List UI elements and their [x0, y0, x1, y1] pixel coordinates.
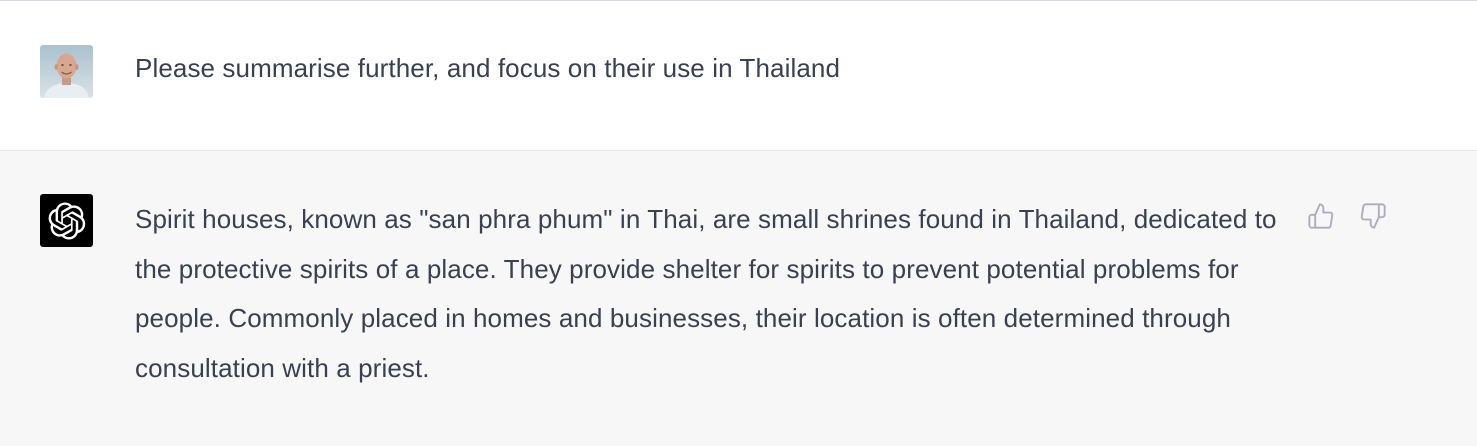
assistant-message-text: Spirit houses, known as "san phra phum" … [135, 204, 1277, 383]
assistant-message: Spirit houses, known as "san phra phum" … [0, 151, 1477, 446]
user-avatar [40, 45, 93, 98]
thumbs-down-icon [1360, 203, 1386, 229]
openai-logo-icon [48, 201, 85, 240]
thumbs-up-icon [1308, 203, 1334, 229]
user-message: Please summarise further, and focus on t… [0, 1, 1477, 151]
assistant-avatar [40, 194, 93, 247]
user-photo-avatar [40, 45, 93, 98]
feedback-controls [1306, 200, 1388, 232]
user-message-text: Please summarise further, and focus on t… [135, 53, 841, 83]
thumbs-down-button[interactable] [1358, 200, 1388, 232]
thumbs-up-button[interactable] [1306, 200, 1336, 232]
